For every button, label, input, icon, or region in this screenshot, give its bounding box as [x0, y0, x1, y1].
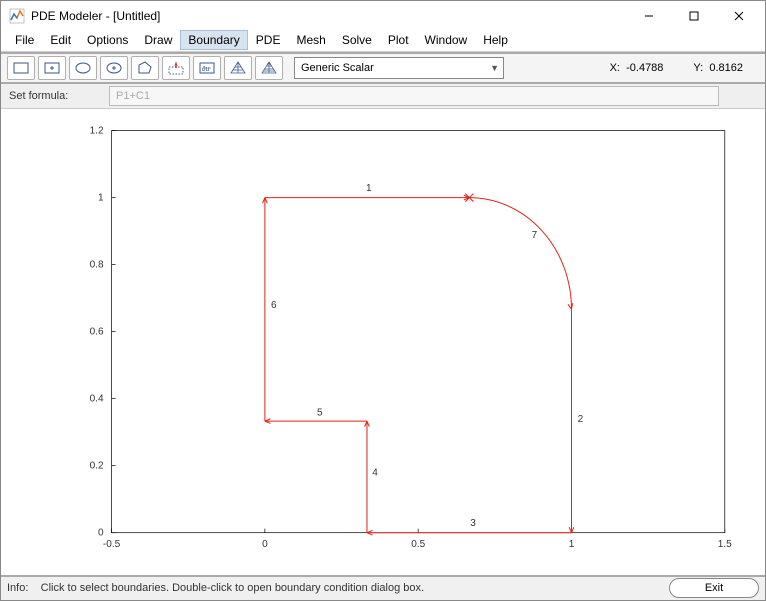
menu-boundary[interactable]: Boundary — [180, 30, 247, 50]
svg-text:-0.5: -0.5 — [103, 539, 121, 550]
status-info: Info: Click to select boundaries. Double… — [7, 582, 424, 594]
svg-text:1: 1 — [366, 183, 372, 194]
maximize-button[interactable] — [671, 2, 716, 30]
app-icon — [9, 8, 25, 24]
mesh-tool[interactable] — [224, 56, 252, 80]
formula-row: Set formula: — [1, 84, 765, 109]
menubar: FileEditOptionsDrawBoundaryPDEMeshSolveP… — [1, 30, 765, 51]
menu-pde[interactable]: PDE — [248, 30, 289, 50]
svg-text:1.5: 1.5 — [718, 539, 732, 550]
menu-window[interactable]: Window — [417, 30, 476, 50]
ellipse-tool[interactable] — [69, 56, 97, 80]
menu-draw[interactable]: Draw — [136, 30, 180, 50]
menu-plot[interactable]: Plot — [380, 30, 417, 50]
svg-text:0: 0 — [98, 528, 104, 539]
svg-text:0.5: 0.5 — [411, 539, 425, 550]
polygon-tool[interactable] — [131, 56, 159, 80]
application-dropdown[interactable]: Generic Scalar ▼ — [294, 57, 504, 79]
svg-text:4: 4 — [372, 468, 378, 479]
titlebar: PDE Modeler - [Untitled] — [1, 1, 765, 30]
svg-text:∂u: ∂u — [202, 66, 209, 73]
plot-svg: -0.500.511.500.20.40.60.811.21723456 — [1, 109, 765, 574]
menu-help[interactable]: Help — [475, 30, 516, 50]
coordinate-display: X: -0.4788 Y: 0.8162 — [610, 62, 759, 74]
svg-text:5: 5 — [317, 408, 323, 419]
svg-text:1: 1 — [569, 539, 575, 550]
close-button[interactable] — [716, 2, 761, 30]
refine-mesh-tool[interactable] — [255, 56, 283, 80]
svg-text:1.2: 1.2 — [90, 126, 104, 137]
x-coord: X: -0.4788 — [610, 62, 664, 74]
chevron-down-icon: ▼ — [490, 63, 499, 73]
svg-text:3: 3 — [470, 518, 476, 529]
statusbar: Info: Click to select boundaries. Double… — [1, 575, 765, 600]
menu-mesh[interactable]: Mesh — [288, 30, 333, 50]
svg-text:6: 6 — [271, 300, 277, 311]
rectangle-tool[interactable] — [7, 56, 35, 80]
svg-text:0: 0 — [262, 539, 268, 550]
app-window: PDE Modeler - [Untitled] FileEditOptions… — [0, 0, 766, 601]
window-controls — [626, 2, 761, 30]
minimize-button[interactable] — [626, 2, 671, 30]
menu-options[interactable]: Options — [79, 30, 136, 50]
rectangle-center-tool[interactable] — [38, 56, 66, 80]
menu-file[interactable]: File — [7, 30, 42, 50]
svg-text:1: 1 — [98, 193, 104, 204]
svg-text:0.2: 0.2 — [90, 461, 104, 472]
dropdown-value: Generic Scalar — [301, 62, 374, 74]
pde-tool[interactable]: ∂u — [193, 56, 221, 80]
formula-input[interactable] — [109, 86, 719, 106]
window-title: PDE Modeler - [Untitled] — [31, 9, 626, 23]
formula-label: Set formula: — [9, 90, 109, 102]
svg-text:0.8: 0.8 — [90, 260, 104, 271]
svg-text:0.4: 0.4 — [90, 394, 104, 405]
svg-text:0.6: 0.6 — [90, 327, 104, 338]
plot-area[interactable]: -0.500.511.500.20.40.60.811.21723456 — [1, 109, 765, 574]
svg-text:2: 2 — [578, 414, 584, 425]
menu-solve[interactable]: Solve — [334, 30, 380, 50]
toolbar: ∂u Generic Scalar ▼ X: -0.4788 Y: 0.8162 — [1, 52, 765, 84]
menu-edit[interactable]: Edit — [42, 30, 79, 50]
exit-button[interactable]: Exit — [669, 578, 759, 598]
svg-text:7: 7 — [532, 230, 538, 241]
ellipse-center-tool[interactable] — [100, 56, 128, 80]
y-coord: Y: 0.8162 — [693, 62, 743, 74]
boundary-mode-tool[interactable] — [162, 56, 190, 80]
